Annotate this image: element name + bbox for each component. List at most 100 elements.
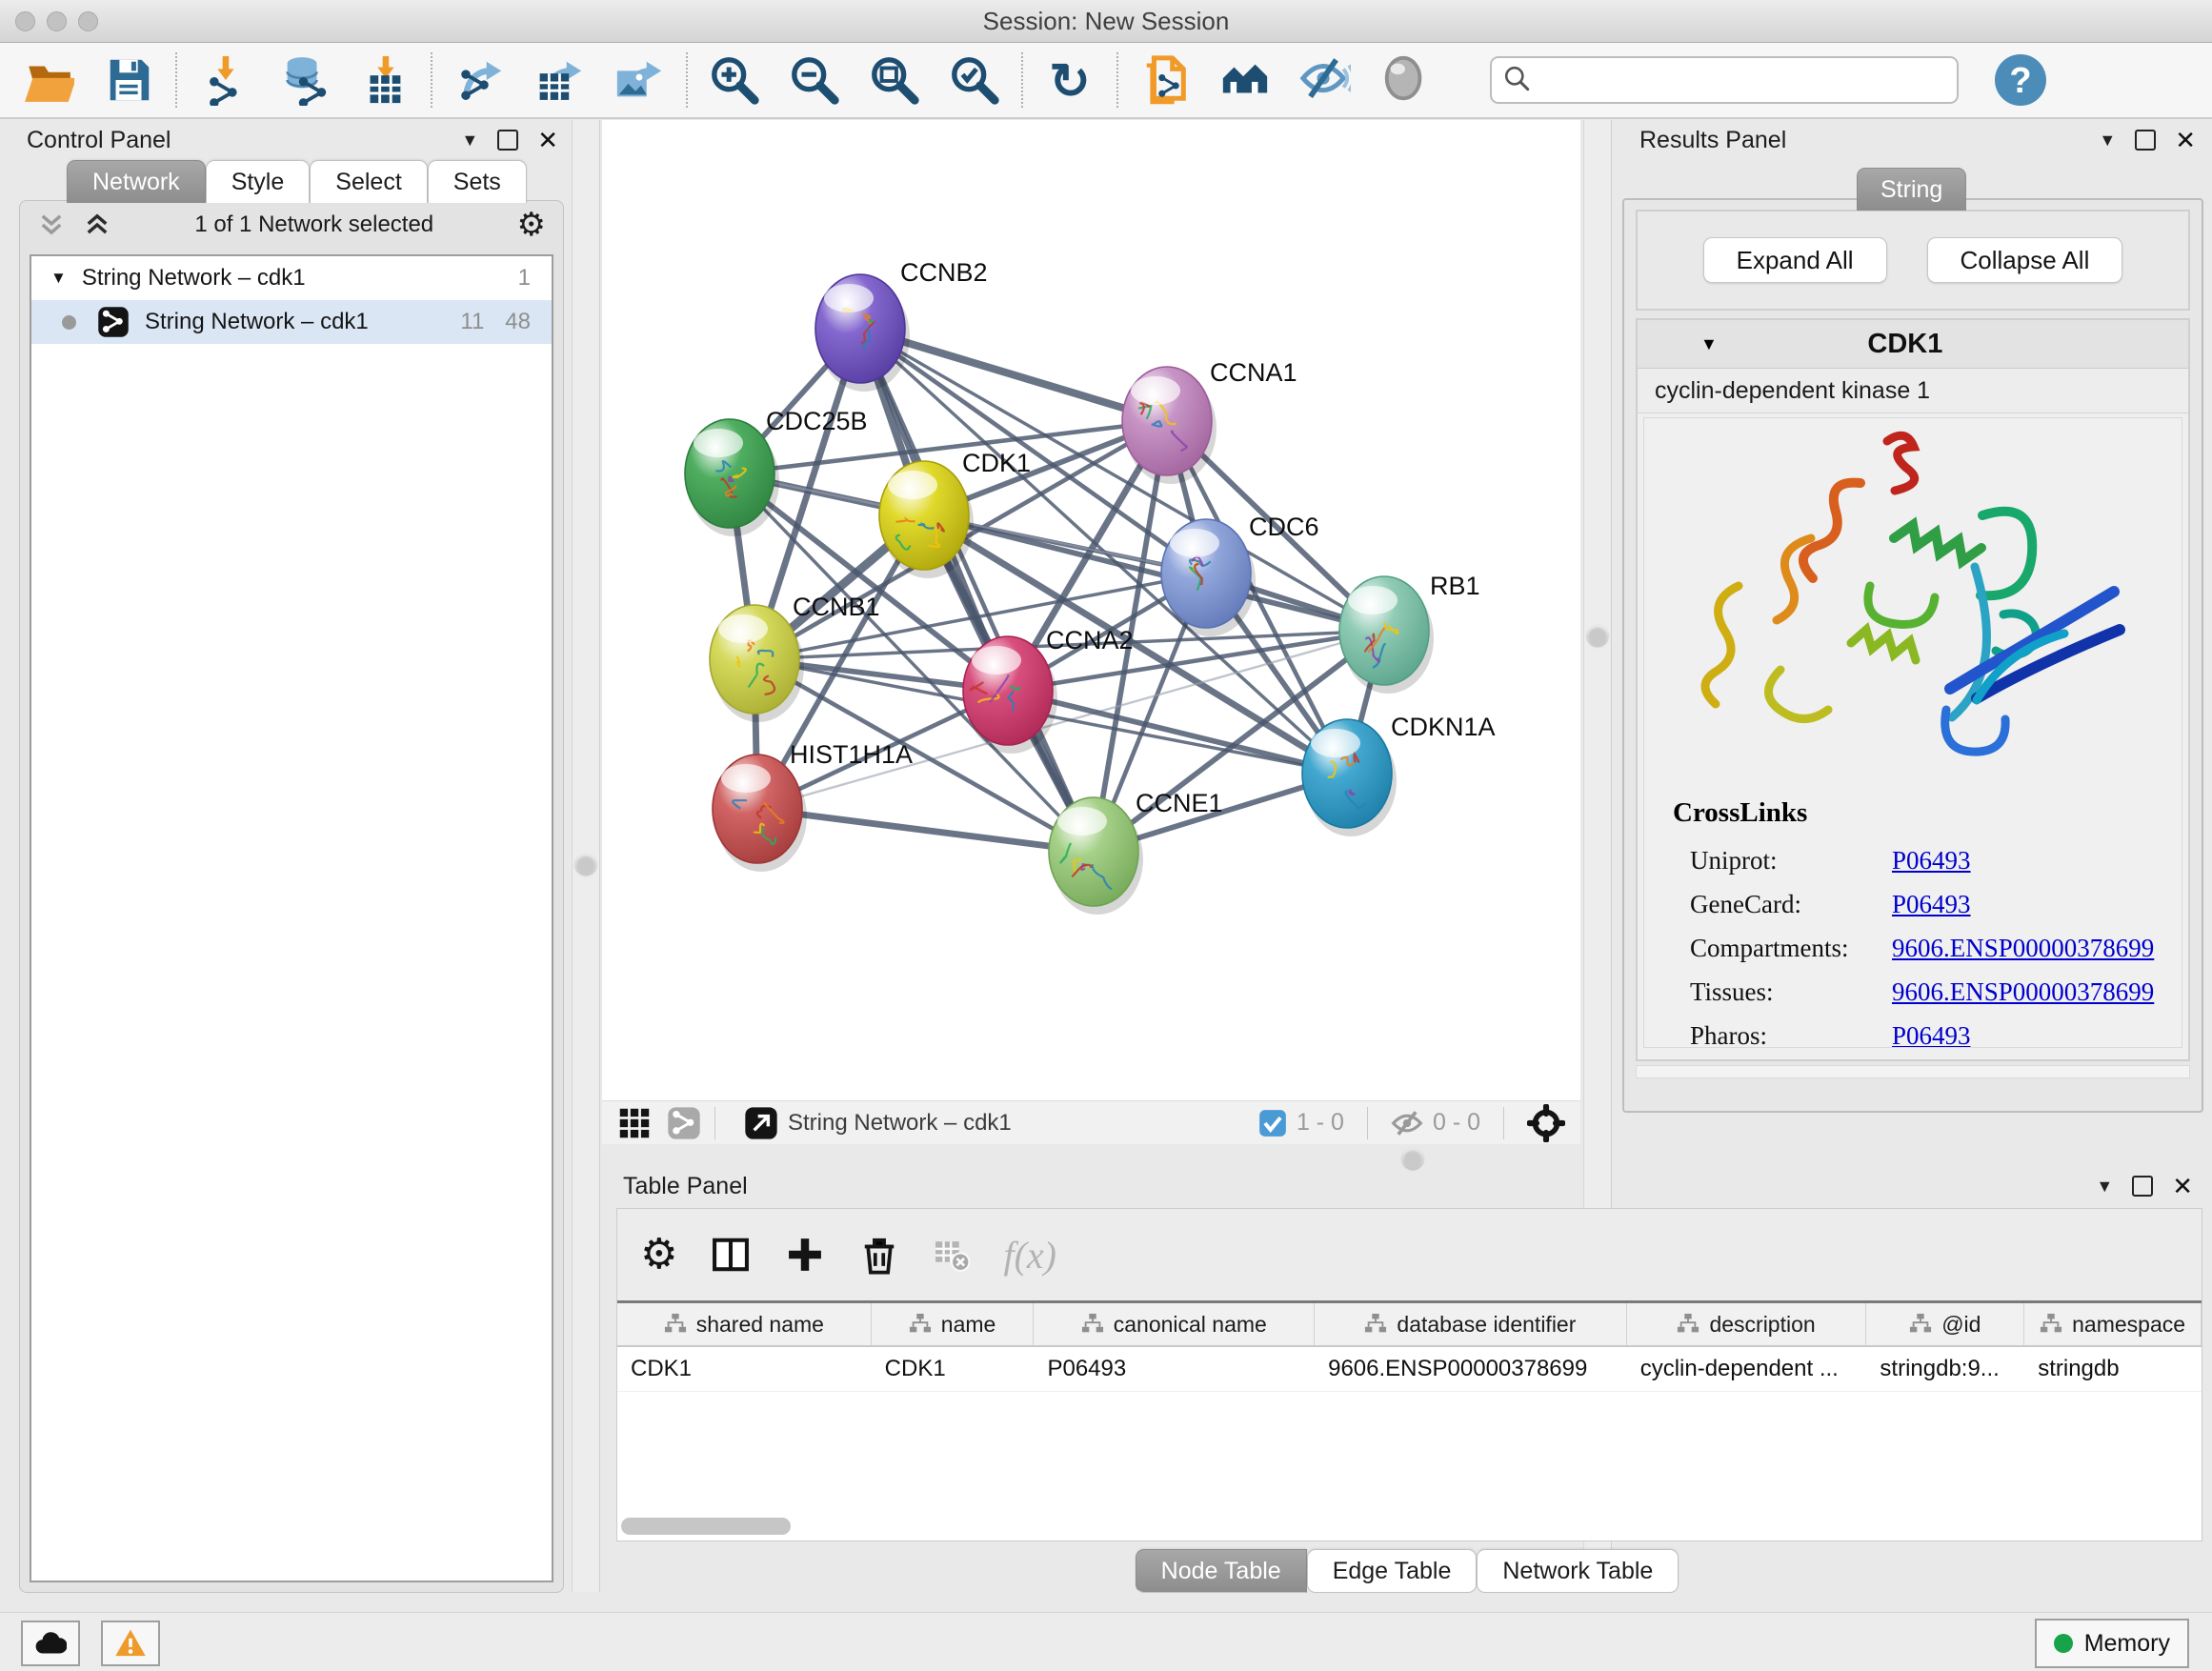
import-database-button[interactable] [276,52,332,108]
grid-view-icon[interactable] [617,1106,652,1140]
crosslink-link[interactable]: P06493 [1892,1021,1971,1049]
warnings-button[interactable] [101,1621,160,1666]
expand-all-button[interactable]: Expand All [1703,237,1887,283]
table-options-gear-icon[interactable]: ⚙ [640,1234,677,1276]
column-header-database-identifier[interactable]: database identifier [1315,1303,1627,1345]
show-columns-icon[interactable] [710,1234,752,1276]
selected-checkbox-icon[interactable] [1258,1109,1287,1137]
table-panel-close-icon[interactable]: ✕ [2172,1178,2193,1195]
network-share-icon[interactable] [667,1106,701,1140]
results-panel-collapse-icon[interactable]: ▼ [2099,131,2116,151]
tab-sets[interactable]: Sets [428,160,527,203]
column-header--id[interactable]: @id [1866,1303,2024,1345]
gene-card: ▼ CDK1 cyclin-dependent kinase 1 [1636,318,2190,1061]
string-network-graph[interactable]: CCNB2CCNA1CDC25BCDK1CDC6RB1CCNB1CCNA2CDK… [602,120,1580,1100]
results-scrollbar[interactable] [1636,1065,2190,1078]
save-session-button[interactable] [101,52,156,108]
results-panel-close-icon[interactable]: ✕ [2175,131,2196,149]
export-network-button[interactable] [452,52,507,108]
show-graphics-button[interactable] [1377,52,1433,108]
memory-button[interactable]: Memory [2035,1619,2189,1668]
hidden-eye-icon[interactable] [1391,1107,1423,1139]
tab-string[interactable]: String [1857,168,1966,211]
bottom-splitter-handle[interactable] [1402,1148,1423,1169]
crosslink-link[interactable]: P06493 [1892,846,1971,876]
help-button[interactable]: ? [1995,54,2046,106]
tab-style[interactable]: Style [206,160,311,203]
crosslink-label: Compartments: [1673,934,1892,963]
gene-collapse-icon[interactable]: ▼ [1700,334,1718,354]
string-home-button[interactable] [1217,52,1273,108]
selected-counts: 1 - 0 [1297,1109,1344,1137]
left-splitter-handle[interactable] [575,854,596,875]
table-panel-float-icon[interactable] [2132,1176,2153,1197]
network-node-hist1h1a[interactable]: HIST1H1A [713,740,913,872]
detach-view-icon[interactable] [744,1106,778,1140]
zoom-out-button[interactable] [787,52,842,108]
open-session-button[interactable] [21,52,76,108]
collection-collapse-icon[interactable]: ▼ [50,269,67,288]
collapse-all-networks-icon[interactable] [37,211,66,239]
birdseye-navigator-icon[interactable] [1527,1104,1565,1142]
zoom-in-button[interactable] [707,52,762,108]
column-header-description[interactable]: description [1627,1303,1867,1345]
crosslink-link[interactable]: P06493 [1892,890,1971,919]
crosslink-link[interactable]: 9606.ENSP00000378699 [1892,977,2154,1007]
collection-count: 1 [518,265,531,292]
refresh-button[interactable]: ↻ [1042,52,1097,108]
left-splitter[interactable] [572,120,600,1592]
delete-column-icon[interactable] [858,1234,900,1276]
network-node-cdkn1a[interactable]: CDKN1A [1302,713,1496,836]
network-node-rb1[interactable]: RB1 [1339,572,1480,694]
import-network-button[interactable] [196,52,251,108]
table-hscrollbar-thumb[interactable] [621,1518,791,1535]
tab-select[interactable]: Select [310,160,427,203]
control-panel-float-icon[interactable] [497,130,518,151]
network-node-ccnb1[interactable]: CCNB1 [710,593,880,722]
zoom-fit-button[interactable] [867,52,922,108]
node-label-cdc25b: CDC25B [766,407,868,435]
network-list-item[interactable]: ▼ String Network – cdk1 1 [31,256,552,300]
cloud-status-button[interactable] [21,1621,80,1666]
network-list-item[interactable]: String Network – cdk1 11 48 [31,300,552,344]
network-node-ccna2[interactable]: CCNA2 [963,626,1134,754]
column-header-canonical-name[interactable]: canonical name [1034,1303,1315,1345]
crosslink-link[interactable]: 9606.ENSP00000378699 [1892,934,2154,963]
control-panel-close-icon[interactable]: ✕ [537,131,558,149]
control-panel-collapse-icon[interactable]: ▼ [461,131,478,151]
network-node-ccne1[interactable]: CCNE1 [1049,789,1223,915]
network-node-ccnb2[interactable]: CCNB2 [815,258,988,392]
window-title: Session: New Session [0,7,2212,36]
collapse-all-button[interactable]: Collapse All [1927,237,2123,283]
tab-network[interactable]: Network [67,160,206,203]
column-header-shared-name[interactable]: shared name [617,1303,872,1345]
tab-node-table[interactable]: Node Table [1136,1549,1307,1593]
column-header-name[interactable]: name [872,1303,1035,1345]
node-label-ccne1: CCNE1 [1136,789,1223,817]
add-column-icon[interactable] [784,1234,826,1276]
export-table-button[interactable] [532,52,587,108]
tab-edge-table[interactable]: Edge Table [1307,1549,1478,1593]
network-node-cdc25b[interactable]: CDC25B [685,407,868,536]
search-icon [1503,65,1532,93]
table-toolbar: ⚙ f(x) [617,1209,2202,1300]
table-panel-collapse-icon[interactable]: ▼ [2096,1177,2113,1197]
toggle-glass-button[interactable] [1297,52,1353,108]
network-canvas[interactable]: CCNB2CCNA1CDC25BCDK1CDC6RB1CCNB1CCNA2CDK… [602,120,1580,1100]
export-image-button[interactable] [612,52,667,108]
gene-card-header[interactable]: ▼ CDK1 [1638,320,2188,369]
network-tab-body: 1 of 1 Network selected ⚙ ▼ String Netwo… [19,200,564,1593]
search-input[interactable] [1490,56,1959,104]
right-splitter-handle[interactable] [1587,625,1608,646]
column-header-namespace[interactable]: namespace [2024,1303,2202,1345]
tab-network-table[interactable]: Network Table [1477,1549,1679,1593]
expand-all-networks-icon[interactable] [83,211,111,239]
network-options-gear-icon[interactable]: ⚙ [517,209,546,241]
clipboard-network-button[interactable] [1137,52,1193,108]
zoom-selected-button[interactable] [947,52,1002,108]
network-node-cdc6[interactable]: CDC6 [1161,513,1319,636]
table-row[interactable]: CDK1CDK1P064939606.ENSP00000378699cyclin… [617,1347,2202,1392]
results-panel-float-icon[interactable] [2135,130,2156,151]
bottom-splitter[interactable] [602,1144,1580,1169]
import-table-button[interactable] [356,52,412,108]
